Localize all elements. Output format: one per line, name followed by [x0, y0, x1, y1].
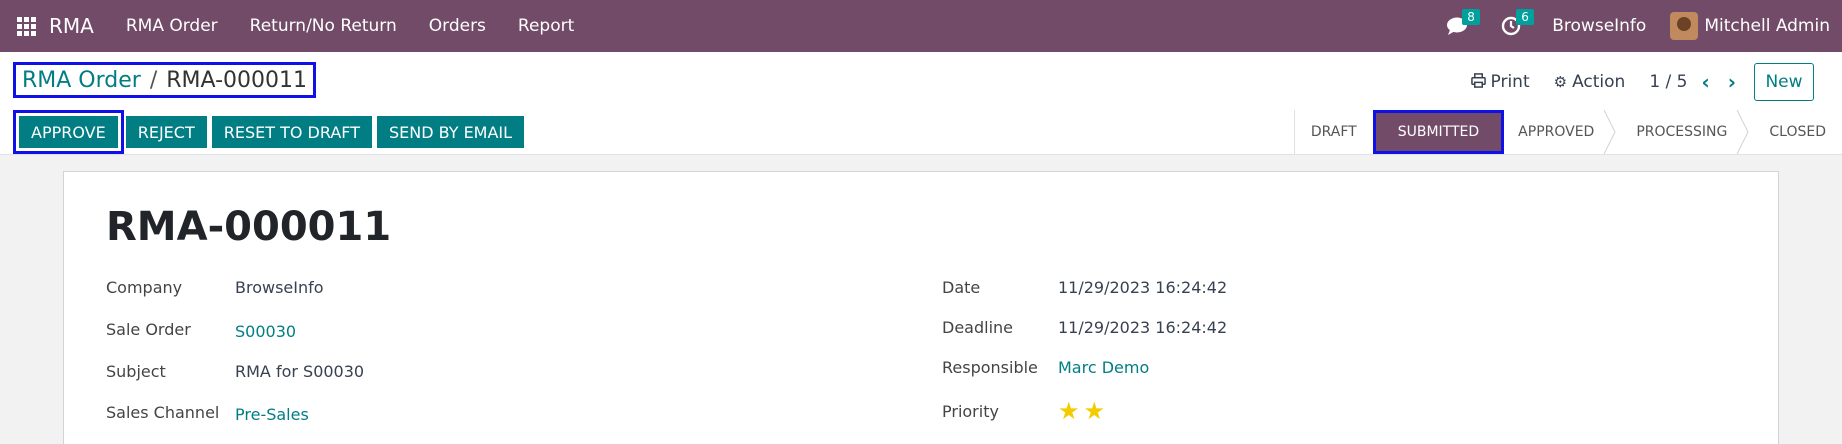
- record-title: RMA-000011: [106, 204, 392, 250]
- status-submitted[interactable]: SUBMITTED: [1372, 110, 1505, 154]
- subject-value[interactable]: RMA for S00030: [235, 362, 364, 381]
- app-brand[interactable]: RMA: [49, 14, 94, 38]
- status-submitted-label: SUBMITTED: [1375, 113, 1502, 151]
- status-approved[interactable]: APPROVED: [1504, 110, 1616, 154]
- breadcrumb-separator: /: [149, 67, 158, 93]
- star-icon[interactable]: ★: [1084, 397, 1106, 425]
- control-panel: RMA Order / RMA-000011 Print ⚙ Action 1 …: [0, 52, 1842, 155]
- user-menu[interactable]: Mitchell Admin: [1670, 12, 1830, 40]
- field-sales-channel: Sales Channel Pre-Sales: [106, 401, 309, 424]
- field-label: Sales Channel: [106, 403, 220, 422]
- field-label: Subject: [106, 362, 166, 381]
- print-label: Print: [1490, 72, 1530, 92]
- menu-rma-order[interactable]: RMA Order: [126, 16, 218, 36]
- field-date: Date 11/29/2023 16:24:42: [942, 278, 1227, 297]
- deadline-value[interactable]: 11/29/2023 16:24:42: [1058, 318, 1227, 337]
- approve-button[interactable]: APPROVE: [13, 110, 124, 154]
- pager-value[interactable]: 1 / 5: [1649, 72, 1687, 92]
- menu-report[interactable]: Report: [518, 16, 574, 36]
- breadcrumb-parent-link[interactable]: RMA Order: [22, 68, 141, 93]
- activities-count-badge: 6: [1516, 9, 1534, 25]
- status-approved-label: APPROVED: [1518, 124, 1595, 140]
- avatar: [1670, 12, 1699, 40]
- field-label: Company: [106, 278, 183, 297]
- field-company: Company BrowseInfo: [106, 278, 324, 297]
- field-priority: Priority ★ ★: [942, 397, 1109, 425]
- activities-button[interactable]: 6: [1498, 9, 1534, 39]
- form-sheet: RMA-000011 Company BrowseInfo Sale Order…: [63, 171, 1779, 444]
- field-subject: Subject RMA for S00030: [106, 362, 364, 381]
- priority-widget[interactable]: ★ ★: [1058, 397, 1109, 425]
- print-button[interactable]: Print: [1470, 72, 1530, 92]
- star-icon[interactable]: ★: [1058, 397, 1080, 425]
- top-navbar: RMA RMA Order Return/No Return Orders Re…: [0, 0, 1842, 52]
- responsible-link[interactable]: Marc Demo: [1058, 358, 1149, 377]
- action-buttons: APPROVE REJECT RESET TO DRAFT SEND BY EM…: [13, 110, 529, 154]
- messages-button[interactable]: 8: [1444, 9, 1480, 39]
- sale-order-link[interactable]: S00030: [235, 322, 296, 341]
- status-processing-label: PROCESSING: [1636, 124, 1728, 140]
- menu-orders[interactable]: Orders: [429, 16, 486, 36]
- breadcrumb: RMA Order / RMA-000011: [13, 62, 317, 98]
- reject-button[interactable]: REJECT: [125, 116, 207, 148]
- company-value[interactable]: BrowseInfo: [235, 278, 324, 297]
- gear-icon: ⚙: [1553, 73, 1568, 91]
- field-sale-order: Sale Order S00030: [106, 318, 296, 341]
- company-switcher[interactable]: BrowseInfo: [1552, 16, 1646, 36]
- messages-count-badge: 8: [1462, 9, 1480, 25]
- menu-return-no-return[interactable]: Return/No Return: [250, 16, 397, 36]
- print-icon: [1470, 72, 1486, 92]
- status-bar: DRAFT SUBMITTED APPROVED PROCESSING CLOS…: [1293, 110, 1842, 154]
- field-deadline: Deadline 11/29/2023 16:24:42: [942, 318, 1227, 337]
- reset-to-draft-button[interactable]: RESET TO DRAFT: [211, 116, 372, 148]
- pager-previous-icon[interactable]: ‹: [1702, 70, 1710, 94]
- field-responsible: Responsible Marc Demo: [942, 358, 1149, 377]
- status-draft-label: DRAFT: [1310, 124, 1357, 140]
- field-label: Sale Order: [106, 320, 191, 339]
- send-by-email-button[interactable]: SEND BY EMAIL: [376, 116, 525, 148]
- field-label: Date: [942, 278, 981, 297]
- status-processing[interactable]: PROCESSING: [1610, 110, 1749, 154]
- apps-menu-icon[interactable]: [15, 15, 37, 37]
- date-value[interactable]: 11/29/2023 16:24:42: [1058, 278, 1227, 297]
- action-label: Action: [1572, 72, 1626, 92]
- breadcrumb-current: RMA-000011: [166, 67, 308, 93]
- field-label: Deadline: [942, 318, 1013, 337]
- status-closed-label: CLOSED: [1769, 124, 1826, 140]
- approve-label: APPROVE: [19, 116, 118, 148]
- pager-next-icon[interactable]: ›: [1728, 70, 1736, 94]
- field-label: Priority: [942, 401, 999, 421]
- field-label: Responsible: [942, 358, 1038, 377]
- status-draft[interactable]: DRAFT: [1293, 110, 1373, 154]
- sales-channel-link[interactable]: Pre-Sales: [235, 405, 309, 424]
- user-name: Mitchell Admin: [1704, 16, 1830, 36]
- action-button[interactable]: ⚙ Action: [1554, 72, 1626, 92]
- status-closed[interactable]: CLOSED: [1743, 110, 1842, 154]
- new-button[interactable]: New: [1754, 63, 1814, 101]
